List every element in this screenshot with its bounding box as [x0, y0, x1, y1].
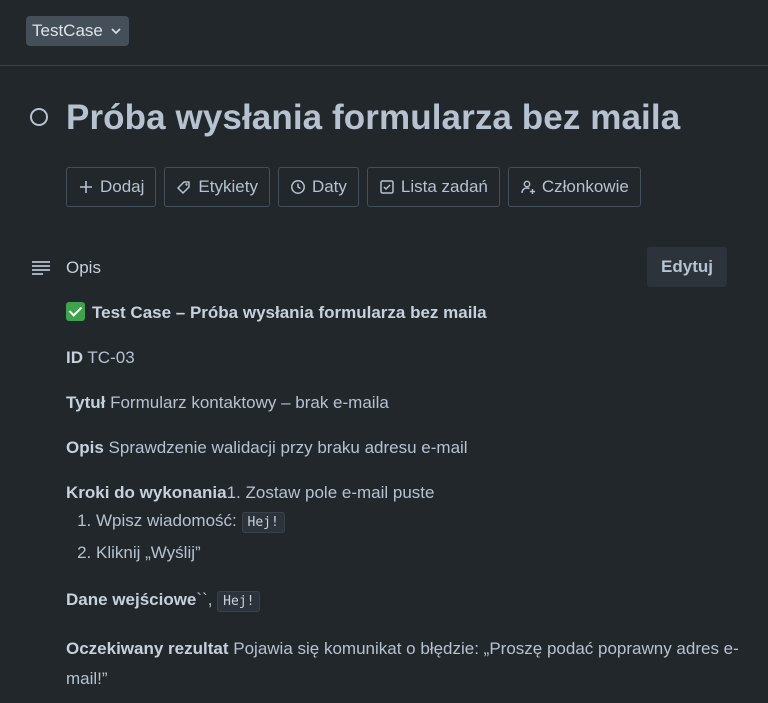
card-type-dropdown[interactable]: TestCase — [26, 16, 129, 46]
list-item: Wpisz wiadomość: Hej! — [96, 506, 746, 538]
checklist-button[interactable]: Lista zadań — [366, 167, 500, 207]
description-title: Test Case – Próba wysłania formularza be… — [66, 300, 746, 326]
chevron-down-icon — [111, 28, 121, 35]
checklist-button-label: Lista zadań — [400, 177, 488, 196]
top-bar: TestCase — [0, 0, 768, 66]
list-item: Kliknij „Wyślij” — [96, 538, 746, 568]
check-mark-icon — [66, 302, 85, 321]
card-actions: Dodaj Etykiety Daty Lista zadań Członkow… — [66, 167, 641, 207]
clock-icon — [291, 180, 305, 194]
inline-code: Hej! — [217, 591, 261, 612]
description-icon — [32, 261, 50, 275]
labels-button-label: Etykiety — [198, 177, 258, 196]
labels-button[interactable]: Etykiety — [164, 167, 270, 207]
field-input-data: Dane wejściowe``, Hej! — [66, 587, 746, 615]
card-type-label: TestCase — [32, 21, 103, 40]
dates-button-label: Daty — [311, 177, 347, 196]
complete-toggle-icon[interactable] — [30, 108, 48, 126]
tag-icon — [177, 181, 191, 194]
members-button[interactable]: Członkowie — [507, 167, 641, 207]
plus-icon — [80, 181, 92, 193]
description-heading: Opis — [66, 258, 101, 277]
dates-button[interactable]: Daty — [277, 167, 359, 207]
field-description: Opis Sprawdzenie walidacji przy braku ad… — [66, 438, 468, 457]
edit-description-button[interactable]: Edytuj — [647, 247, 727, 287]
field-steps: Kroki do wykonania1. Zostaw pole e-mail … — [66, 480, 746, 568]
add-member-icon — [521, 180, 535, 194]
field-title: Tytuł Formularz kontaktowy – brak e-mail… — [66, 393, 389, 412]
members-button-label: Członkowie — [541, 177, 629, 196]
add-button[interactable]: Dodaj — [66, 167, 157, 207]
steps-list: Wpisz wiadomość: Hej! Kliknij „Wyślij” — [66, 506, 746, 568]
field-id: ID TC-03 — [66, 348, 135, 367]
add-button-label: Dodaj — [100, 177, 145, 196]
checkbox-icon — [380, 180, 394, 194]
field-expected-result: Oczekiwany rezultat Pojawia się komunika… — [66, 639, 739, 688]
inline-code: Hej! — [241, 512, 285, 533]
description-content: Test Case – Próba wysłania formularza be… — [66, 300, 746, 694]
card-title[interactable]: Próba wysłania formularza bez maila — [66, 98, 680, 138]
